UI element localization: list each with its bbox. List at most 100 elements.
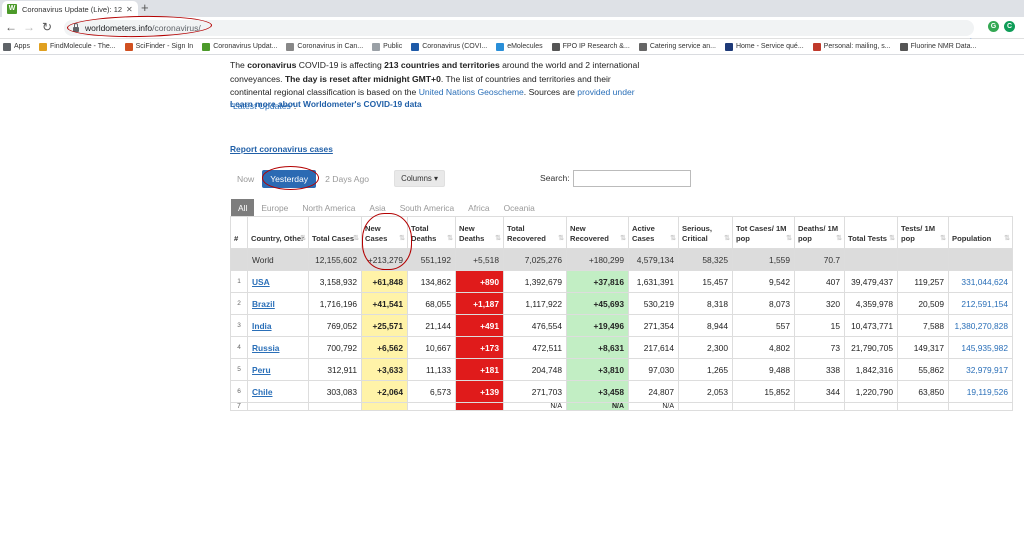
bookmark-item[interactable]: Home - Service qué... (724, 42, 804, 51)
cell-country[interactable]: Chile (247, 380, 309, 403)
cell-new-cases: +25,571 (361, 314, 408, 337)
cell-num: 7 (230, 402, 248, 411)
profile-avatar[interactable]: C (1004, 21, 1015, 32)
new-tab-icon[interactable]: + (141, 1, 149, 14)
forward-icon[interactable]: → (23, 20, 35, 34)
tab-title: Coronavirus Update (Live): 12,15 (22, 4, 122, 14)
cell-total-cases: 303,083 (308, 380, 362, 403)
cell-country: World (247, 248, 309, 271)
reload-icon[interactable]: ↻ (42, 20, 52, 34)
region-tab[interactable]: All (231, 199, 255, 216)
cell-new-recovered: +3,810 (566, 358, 629, 381)
column-header-total-cases[interactable]: Total Cases ⇅ (308, 216, 362, 249)
back-icon[interactable]: ← (5, 20, 17, 34)
bookmark-item[interactable]: Catering service an... (638, 42, 716, 51)
column-header-cases-per-m[interactable]: Tot Cases/ 1M pop ⇅ (732, 216, 795, 249)
cell-country[interactable]: India (247, 314, 309, 337)
column-header-active[interactable]: Active Cases ⇅ (628, 216, 679, 249)
bookmark-item[interactable]: Coronavirus (COVI... (411, 42, 487, 51)
table-row-partial: 7 N/A N/A N/A (230, 402, 1013, 411)
cell-country[interactable]: Russia (247, 336, 309, 359)
column-header-new-recovered[interactable]: New Recovered ⇅ (566, 216, 629, 249)
bookmark-item[interactable]: Public (372, 42, 402, 51)
close-tab-icon[interactable]: ✕ (126, 5, 133, 14)
cell-cases-per-m: 4,802 (732, 336, 795, 359)
cell-country[interactable]: Brazil (247, 292, 309, 315)
column-header-label: Total Recovered (507, 224, 546, 243)
cell-tests-per-m: 7,588 (897, 314, 949, 337)
bookmark-item[interactable]: FindMolecule - The... (38, 42, 116, 51)
sort-icon: ⇅ (724, 235, 730, 242)
search-input[interactable] (573, 170, 691, 187)
cell-country[interactable] (247, 402, 309, 411)
column-header-tests-per-m[interactable]: Tests/ 1M pop ⇅ (897, 216, 949, 249)
cell-cases-per-m: 15,852 (732, 380, 795, 403)
cell-total-tests: 39,479,437 (844, 270, 898, 293)
cell-new-deaths: +1,187 (455, 292, 504, 315)
report-cases-link[interactable]: Report coronavirus cases (230, 144, 333, 154)
learn-more-link[interactable]: Learn more about Worldometer's COVID-19 … (230, 99, 422, 109)
sort-icon: ⇅ (300, 235, 306, 242)
cell-country[interactable]: Peru (247, 358, 309, 381)
cell-serious: 1,265 (678, 358, 733, 381)
cell-country[interactable]: USA (247, 270, 309, 293)
quebec-icon (724, 42, 733, 51)
column-header-num[interactable]: # (230, 216, 248, 249)
yesterday-annotation-circle (262, 166, 319, 190)
cell-new-deaths: +5,518 (455, 248, 504, 271)
bookmark-item[interactable]: Apps (3, 42, 30, 51)
sort-icon: ⇅ (889, 235, 895, 242)
column-header-total-deaths[interactable]: Total Deaths ⇅ (407, 216, 456, 249)
cell-active: 217,614 (628, 336, 679, 359)
cell-new-recovered: +3,458 (566, 380, 629, 403)
bookmark-item[interactable]: SciFinder - Sign In (124, 42, 193, 51)
extension-icon[interactable]: G (988, 21, 999, 32)
bookmark-item[interactable]: Fluorine NMR Data... (899, 42, 976, 51)
bookmark-item[interactable]: FPO IP Research &... (551, 42, 630, 51)
cell-serious: 2,053 (678, 380, 733, 403)
column-header-label: New Deaths (459, 224, 485, 243)
cell-total-tests: 1,842,316 (844, 358, 898, 381)
cell-new-cases: +41,541 (361, 292, 408, 315)
cell-tests-per-m (897, 402, 949, 411)
column-header-country[interactable]: Country, Other ⇅ (247, 216, 309, 249)
browser-tab[interactable]: W Coronavirus Update (Live): 12,15 ✕ (2, 1, 138, 17)
cell-active: 530,219 (628, 292, 679, 315)
column-header-total-tests[interactable]: Total Tests ⇅ (844, 216, 898, 249)
region-tab[interactable]: Europe (254, 199, 295, 216)
column-header-total-recovered[interactable]: Total Recovered ⇅ (503, 216, 567, 249)
column-header-serious[interactable]: Serious, Critical ⇅ (678, 216, 733, 249)
region-tab[interactable]: South America (393, 199, 461, 216)
region-tab[interactable]: Africa (461, 199, 496, 216)
cell-new-recovered: +8,631 (566, 336, 629, 359)
cell-num: 1 (230, 270, 248, 293)
cell-total-cases: 769,052 (308, 314, 362, 337)
search-label: Search: (540, 173, 570, 183)
un-geoscheme-link[interactable]: United Nations Geoscheme (419, 87, 524, 97)
cell-deaths-per-m: 70.7 (794, 248, 845, 271)
cell-cases-per-m: 557 (732, 314, 795, 337)
bookmark-item[interactable]: Coronavirus in Can... (286, 42, 363, 51)
columns-button[interactable]: Columns ▾ (394, 170, 445, 187)
bookmark-item[interactable]: Coronavirus Updat... (202, 42, 277, 51)
new-cases-annotation-circle (362, 213, 412, 270)
sort-icon: ⇅ (495, 235, 501, 242)
region-tab[interactable]: North America (295, 199, 362, 216)
table-row: 2 Brazil 1,716,196 +41,541 68,055 +1,187 1,117… (230, 292, 1013, 315)
tab-2-days-ago[interactable]: 2 Days Ago (325, 174, 369, 184)
bookmark-label: Catering service an... (649, 43, 716, 50)
tab-now[interactable]: Now (237, 174, 254, 184)
personal-icon (812, 42, 821, 51)
column-header-new-deaths[interactable]: New Deaths ⇅ (455, 216, 504, 249)
region-tab[interactable]: Oceania (497, 199, 542, 216)
cell-cases-per-m: 1,559 (732, 248, 795, 271)
column-header-population[interactable]: Population ⇅ (948, 216, 1013, 249)
bookmark-item[interactable]: eMolecules (496, 42, 543, 51)
cell-total-deaths: 21,144 (407, 314, 456, 337)
cell-total-recovered: 204,748 (503, 358, 567, 381)
cell-active: N/A (628, 402, 679, 411)
table-row: 5 Peru 312,911 +3,633 11,133 +181 204,748 +3,81… (230, 358, 1013, 381)
column-header-deaths-per-m[interactable]: Deaths/ 1M pop ⇅ (794, 216, 845, 249)
bookmark-item[interactable]: Personal: mailing, s... (812, 42, 891, 51)
cell-total-cases: 312,911 (308, 358, 362, 381)
